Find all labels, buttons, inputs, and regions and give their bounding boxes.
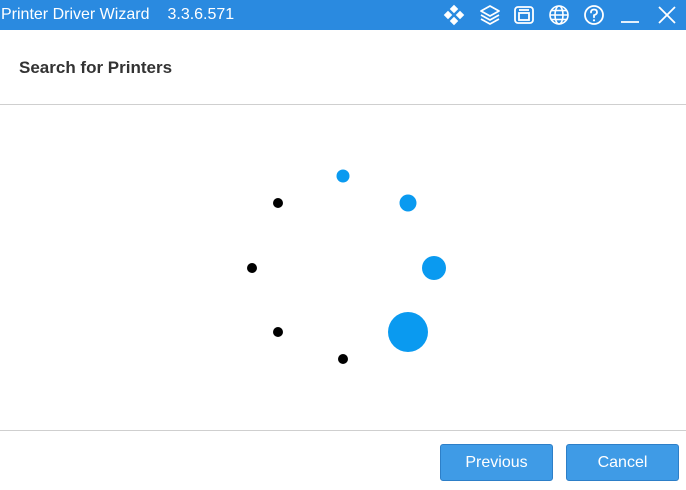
page-title: Search for Printers: [19, 58, 173, 77]
page-header: Search for Printers: [0, 30, 686, 105]
footer: Previous Cancel: [0, 430, 686, 490]
help-icon[interactable]: [583, 4, 605, 26]
spinner-dot-4: [388, 312, 428, 352]
search-content: [0, 105, 686, 430]
printer-icon[interactable]: [513, 4, 535, 26]
spinner-dot-5: [338, 354, 348, 364]
previous-button[interactable]: Previous: [440, 444, 553, 481]
loading-spinner: [247, 169, 446, 364]
close-icon[interactable]: [656, 4, 678, 26]
layers-icon[interactable]: [479, 4, 501, 26]
globe-icon[interactable]: [548, 4, 570, 26]
spinner-dot-7: [247, 263, 257, 273]
spinner-dot-3: [422, 256, 446, 280]
spinner-dot-1: [336, 169, 350, 183]
minimize-icon[interactable]: [619, 4, 641, 26]
title-bar[interactable]: Printer Driver Wizard 3.3.6.571: [0, 0, 686, 30]
spinner-dot-2: [399, 194, 417, 212]
wizard-window: Printer Driver Wizard 3.3.6.571 Search f…: [0, 0, 686, 490]
spinner-dot-8: [273, 198, 283, 208]
diamond-grid-icon[interactable]: [443, 4, 465, 26]
cancel-button[interactable]: Cancel: [566, 444, 679, 481]
spinner-dot-6: [273, 327, 283, 337]
